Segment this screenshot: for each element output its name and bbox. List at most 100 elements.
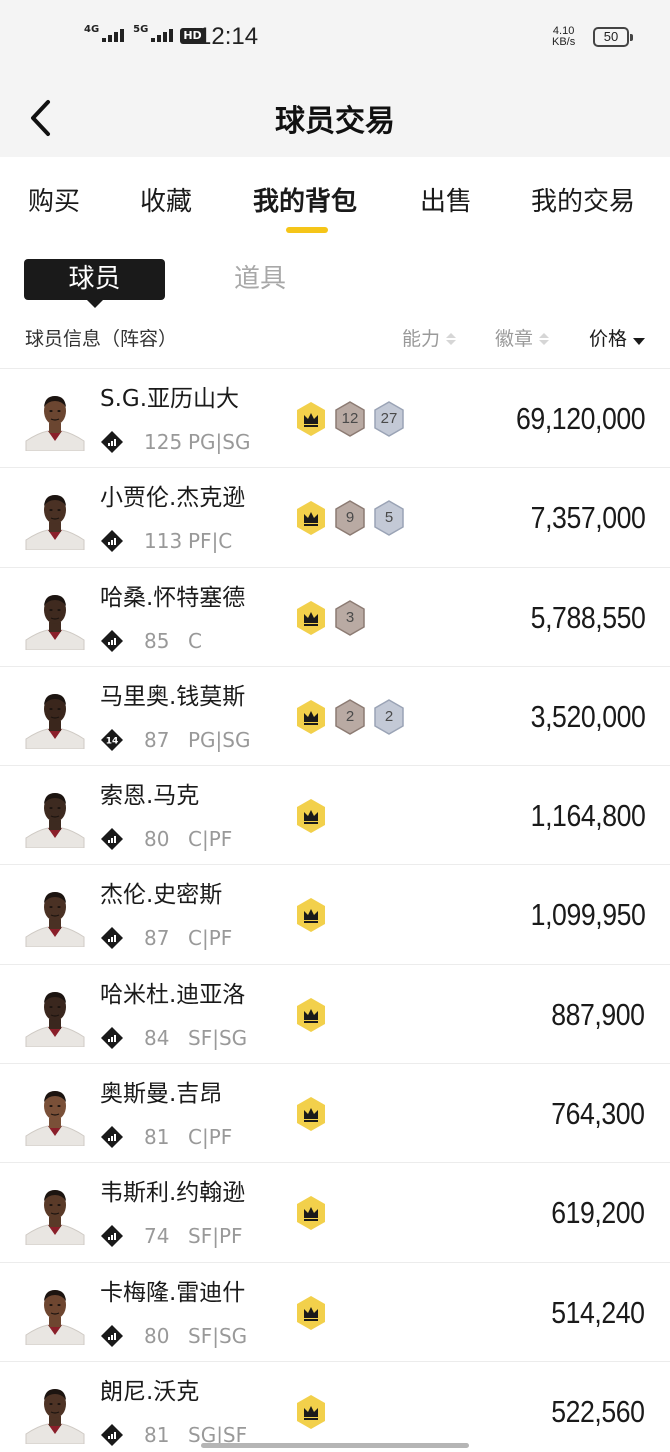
- player-row[interactable]: 韦斯利.约翰逊 74 SF|PF 619,200: [0, 1163, 670, 1263]
- player-row[interactable]: 卡梅隆.雷迪什 80 SF|SG 514,240: [0, 1263, 670, 1362]
- player-meta: 125 PG|SG: [100, 427, 251, 457]
- level-diamond-icon: [100, 827, 124, 851]
- player-name: 哈桑.怀特塞德: [100, 584, 246, 611]
- sort-descending-icon: [633, 337, 646, 345]
- player-avatar: [24, 687, 86, 750]
- page-title: 球员交易: [275, 104, 395, 139]
- player-meta: 80 C|PF: [100, 824, 232, 854]
- player-avatar: [24, 885, 86, 948]
- badge-count: 2: [345, 707, 355, 725]
- player-row[interactable]: 小贾伦.杰克逊 113 PF|C 9 5 7,357,000: [0, 468, 670, 568]
- level-diamond-icon: [100, 1125, 124, 1149]
- network-speed: 4.10 KB/s: [552, 26, 575, 48]
- player-name: 奥斯曼.吉昂: [100, 1081, 223, 1108]
- player-overall: 84: [144, 1025, 170, 1050]
- player-name: 索恩.马克: [100, 783, 200, 810]
- player-meta: 84 SF|SG: [100, 1023, 247, 1053]
- network-label-1: 4G: [84, 24, 100, 35]
- badge-count: 3: [345, 608, 355, 626]
- player-avatar: [24, 588, 86, 651]
- column-price-label: 价格: [589, 328, 628, 350]
- bronze-badge-icon: 12: [334, 401, 366, 437]
- clock: 12:14: [198, 23, 259, 50]
- badge-count: 5: [384, 509, 394, 527]
- tab-bar: 购买 收藏 我的背包 出售 我的交易: [0, 172, 670, 238]
- player-badges: [295, 897, 327, 933]
- player-badges: [295, 1394, 327, 1430]
- badge-count: 2: [384, 707, 394, 725]
- player-position: PG|SG: [188, 727, 251, 752]
- column-ability-sort[interactable]: 能力: [402, 322, 457, 356]
- player-price: 1,164,800: [530, 798, 645, 834]
- level-diamond-icon: 14: [100, 728, 124, 752]
- player-name: 杰伦.史密斯: [100, 882, 223, 909]
- crown-badge-icon: [295, 1096, 327, 1132]
- crown-badge-icon: [295, 500, 327, 536]
- player-overall: 81: [144, 1422, 170, 1447]
- column-badges-sort[interactable]: 徽章: [495, 322, 550, 356]
- sort-icon: [539, 333, 550, 345]
- player-price: 7,357,000: [530, 500, 645, 536]
- signal-bars-icon: [151, 22, 174, 42]
- player-row[interactable]: 杰伦.史密斯 87 C|PF 1,099,950: [0, 865, 670, 965]
- level-diamond-icon: [100, 1224, 124, 1248]
- player-name: 哈米杜.迪亚洛: [100, 981, 246, 1008]
- column-ability-label: 能力: [402, 328, 441, 350]
- player-name: 韦斯利.约翰逊: [100, 1180, 246, 1207]
- player-overall: 125: [144, 430, 183, 454]
- tab-favorites[interactable]: 收藏: [140, 184, 192, 220]
- player-avatar: [24, 1283, 86, 1346]
- player-badges: [295, 798, 327, 834]
- player-avatar: [24, 1183, 86, 1246]
- player-row[interactable]: 马里奥.钱莫斯 14 87 PG|SG 2 2 3,520,000: [0, 667, 670, 767]
- player-price: 5,788,550: [530, 599, 645, 635]
- status-bar: 4G 5G HD 12:14 4.10 KB/s 50: [0, 0, 670, 72]
- badge-count: 12: [341, 410, 359, 427]
- player-row[interactable]: 奥斯曼.吉昂 81 C|PF 764,300: [0, 1064, 670, 1164]
- level-diamond-icon: [100, 926, 124, 950]
- badge-count: 27: [380, 410, 398, 427]
- player-badges: [295, 1295, 327, 1331]
- badge-count: 9: [345, 509, 355, 527]
- network-label-2: 5G: [133, 24, 149, 35]
- player-name: 朗尼.沃克: [100, 1378, 200, 1405]
- network-speed-unit: KB/s: [552, 36, 576, 48]
- level-diamond-icon: [100, 1026, 124, 1050]
- player-overall: 80: [144, 827, 170, 852]
- player-row[interactable]: 哈米杜.迪亚洛 84 SF|SG 887,900: [0, 965, 670, 1065]
- signal-indicator: 4G 5G HD: [84, 22, 205, 44]
- player-position: PF|C: [188, 529, 233, 554]
- player-row[interactable]: 索恩.马克 80 C|PF 1,164,800: [0, 766, 670, 866]
- player-meta: 85 C: [100, 626, 202, 656]
- player-badges: 12 27: [295, 401, 405, 437]
- player-overall: 74: [144, 1224, 170, 1249]
- player-overall: 80: [144, 1323, 170, 1348]
- player-price: 522,560: [551, 1393, 646, 1429]
- segment-players[interactable]: 球员: [24, 259, 165, 308]
- player-row[interactable]: S.G.亚历山大 125 PG|SG 12 27 69,120,000: [0, 369, 670, 469]
- player-meta: 80 SF|SG: [100, 1321, 247, 1351]
- crown-badge-icon: [295, 1195, 327, 1231]
- player-avatar: [24, 1084, 86, 1147]
- tab-my-trades[interactable]: 我的交易: [531, 184, 635, 220]
- player-price: 69,120,000: [515, 401, 646, 436]
- crown-badge-icon: [295, 798, 327, 834]
- tab-buy[interactable]: 购买: [28, 184, 80, 220]
- tab-my-backpack[interactable]: 我的背包: [253, 184, 357, 220]
- segment-items[interactable]: 道具: [234, 259, 286, 300]
- level-diamond-icon: [100, 629, 124, 653]
- player-meta: 113 PF|C: [100, 526, 232, 556]
- bronze-badge-icon: 2: [334, 699, 366, 735]
- segment-control: 球员 道具: [0, 258, 670, 308]
- player-row[interactable]: 哈桑.怀特塞德 85 C 3 5,788,550: [0, 568, 670, 667]
- sort-icon: [446, 333, 457, 345]
- player-badges: 22: [295, 699, 405, 735]
- player-name: S.G.亚历山大: [100, 386, 240, 412]
- crown-badge-icon: [295, 699, 327, 735]
- player-row[interactable]: 朗尼.沃克 81 SG|SF 522,560: [0, 1362, 670, 1452]
- player-price: 1,099,950: [530, 897, 645, 933]
- player-position: C|PF: [188, 1125, 233, 1150]
- player-badges: 95: [295, 500, 405, 537]
- tab-sell[interactable]: 出售: [420, 184, 472, 220]
- column-price-sort[interactable]: 价格: [589, 322, 646, 356]
